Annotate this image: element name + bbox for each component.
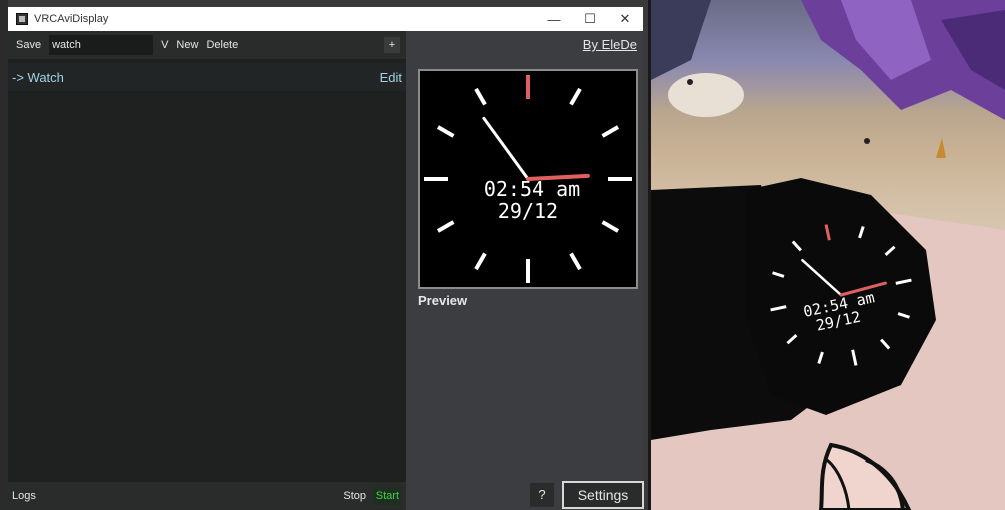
author-link[interactable]: By EleDe [583, 37, 637, 52]
app-window: VRCAviDisplay — ☐ ✕ Save V New Delete + … [0, 0, 648, 510]
minute-hand [482, 116, 530, 181]
clock-date-text: 29/12 [498, 199, 558, 223]
profile-dropdown-button[interactable]: V [157, 31, 172, 59]
minimize-icon[interactable]: — [536, 7, 572, 31]
vr-scene: 02:54 am 29/12 [651, 0, 1005, 510]
app-icon [16, 13, 28, 25]
sand-cone [936, 138, 946, 158]
list-item-label[interactable]: -> Watch [12, 70, 64, 85]
settings-button[interactable]: Settings [562, 481, 644, 509]
preview-panel: By EleDe 02:54 am 29/12 Preview ? Settin… [406, 31, 644, 510]
cave-rock [651, 0, 711, 80]
logs-button[interactable]: Logs [12, 482, 36, 510]
save-button[interactable]: Save [12, 31, 45, 59]
bottom-bar: Logs Stop Start [8, 482, 406, 510]
clock-tick [569, 252, 582, 271]
stop-button[interactable]: Stop [343, 482, 366, 510]
maximize-icon[interactable]: ☐ [572, 7, 608, 31]
help-button[interactable]: ? [530, 483, 554, 507]
close-icon[interactable]: ✕ [607, 7, 643, 31]
delete-button[interactable]: Delete [202, 31, 242, 59]
new-button[interactable]: New [172, 31, 202, 59]
clock-time-text: 02:54 am [484, 177, 580, 201]
clock-face: 02:54 am 29/12 [424, 75, 632, 283]
clock-tick [436, 220, 455, 233]
sand-mound [668, 73, 744, 117]
edit-button[interactable]: Edit [380, 70, 402, 85]
clock-tick [569, 87, 582, 106]
clock-tick [601, 125, 620, 138]
toolbar: Save V New Delete + [8, 31, 406, 59]
clock-tick [601, 220, 620, 233]
sand-speck [864, 138, 870, 144]
profile-panel: Save V New Delete + -> Watch Edit Logs S… [8, 31, 406, 510]
clock-tick [474, 252, 487, 271]
preview-label: Preview [418, 293, 468, 308]
clock-tick [474, 87, 487, 106]
profile-name-input[interactable] [49, 35, 154, 55]
title-bar[interactable]: VRCAviDisplay — ☐ ✕ [8, 7, 643, 31]
clock-tick [436, 125, 455, 138]
list-item[interactable]: -> Watch Edit [8, 63, 406, 91]
start-button[interactable]: Start [372, 487, 402, 505]
preview-display: 02:54 am 29/12 [418, 69, 638, 289]
window-title: VRCAviDisplay [34, 13, 109, 25]
vr-game-view: 02:54 am 29/12 [651, 0, 1005, 510]
add-button[interactable]: + [384, 37, 400, 53]
sand-speck [687, 79, 693, 85]
